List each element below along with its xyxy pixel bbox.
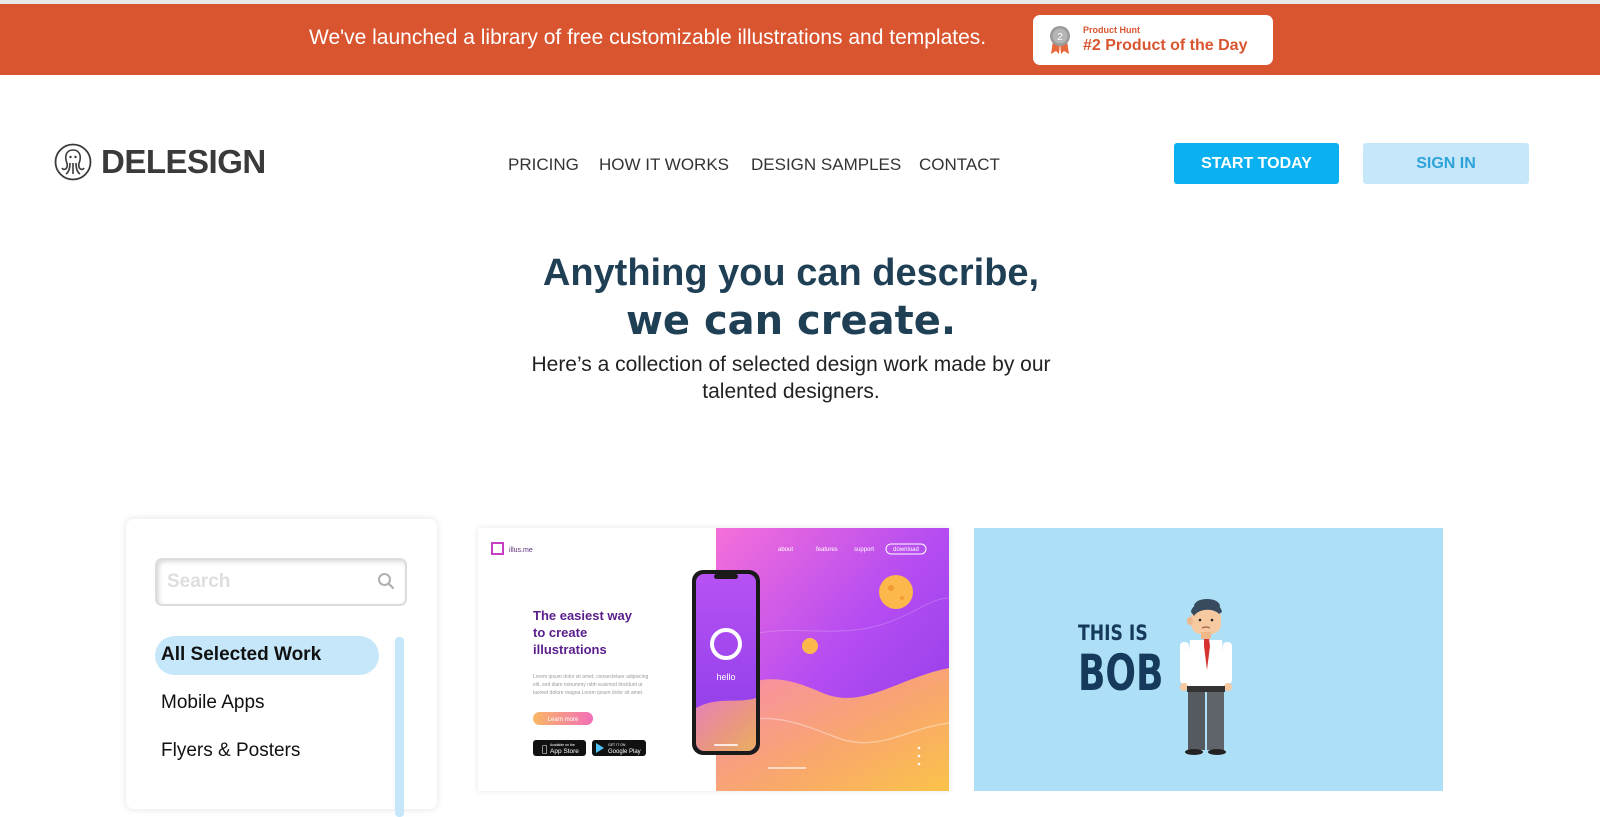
apple-store-label: App Store (550, 748, 579, 755)
bob-line2: BOB (1078, 645, 1163, 702)
category-all-selected-work[interactable]: All Selected Work (161, 644, 321, 666)
illus-nav-features: features (816, 547, 838, 553)
illus-brand: illus.me (509, 547, 533, 554)
illus-landing-preview: illus.me about features support download… (491, 528, 949, 791)
bob-character (1180, 599, 1232, 755)
google-play-label: Google Play (608, 749, 641, 755)
banner-text: We've launched a library of free customi… (309, 26, 987, 49)
category-filter-panel: All Selected Work Mobile Apps Flyers & P… (126, 519, 437, 817)
sign-in-button[interactable]: SIGN IN (1363, 143, 1529, 184)
illus-nav-support: support (854, 547, 874, 553)
work-card-illus[interactable]: illus.me about features support download… (478, 528, 949, 791)
illus-headline-3: illustrations (533, 642, 607, 657)
hero-heading-line2: we can create. (625, 298, 957, 344)
nav-how-it-works[interactable]: HOW IT WORKS (599, 155, 729, 175)
nav-pricing[interactable]: PRICING (508, 155, 579, 175)
apple-icon:  (542, 745, 547, 755)
logo[interactable]: DELESIGN (54, 143, 266, 181)
category-flyers-posters[interactable]: Flyers & Posters (161, 740, 300, 762)
illus-nav-download: download (893, 547, 919, 553)
illus-body-3: laoreet dolore magna Lorem ipsum dolor s… (533, 690, 643, 696)
hero-heading-line1: Anything you can describe, (542, 252, 1040, 294)
category-scrollbar[interactable] (395, 637, 404, 817)
nav-contact[interactable]: CONTACT (919, 155, 1000, 175)
badge-label: #2 Product of the Day (1083, 37, 1248, 54)
medal-rank: 2 (1057, 32, 1063, 43)
logo-text: DELESIGN (101, 143, 266, 180)
illus-nav-about: about (778, 547, 793, 553)
hero-subtitle: Here’s a collection of selected design w… (531, 353, 1051, 403)
nav-design-samples[interactable]: DESIGN SAMPLES (751, 155, 901, 175)
announcement-banner: We've launched a library of free customi… (0, 4, 1600, 75)
google-play-small: GET IT ON (608, 743, 626, 747)
product-hunt-badge[interactable]: 2 Product Hunt #2 Product of the Day (1033, 15, 1273, 65)
illus-body-2: elit, sed diam nonummy nibh euismod tinc… (533, 682, 643, 688)
category-mobile-apps[interactable]: Mobile Apps (161, 692, 265, 714)
badge-label-small: Product Hunt (1083, 25, 1140, 35)
bob-illustration: THIS IS BOB (1078, 599, 1232, 755)
search-icon[interactable] (377, 572, 395, 590)
illus-headline-2: to create (533, 625, 587, 640)
start-today-button[interactable]: START TODAY (1174, 143, 1339, 184)
search-input[interactable] (167, 568, 367, 596)
work-card-bob[interactable]: THIS IS BOB (974, 528, 1443, 791)
illus-cta: Learn more (548, 717, 579, 723)
medal-icon: 2 (1050, 26, 1070, 54)
apple-store-small: Available on the (550, 743, 575, 747)
search-box (155, 558, 407, 606)
illus-headline-1: The easiest way (533, 608, 633, 623)
octopus-logo-icon (54, 143, 92, 181)
illus-body-1: Lorem ipsum dolor sit amet, consectetuer… (533, 674, 649, 680)
bob-line1: THIS IS (1078, 620, 1148, 645)
phone-hello: hello (716, 672, 735, 682)
